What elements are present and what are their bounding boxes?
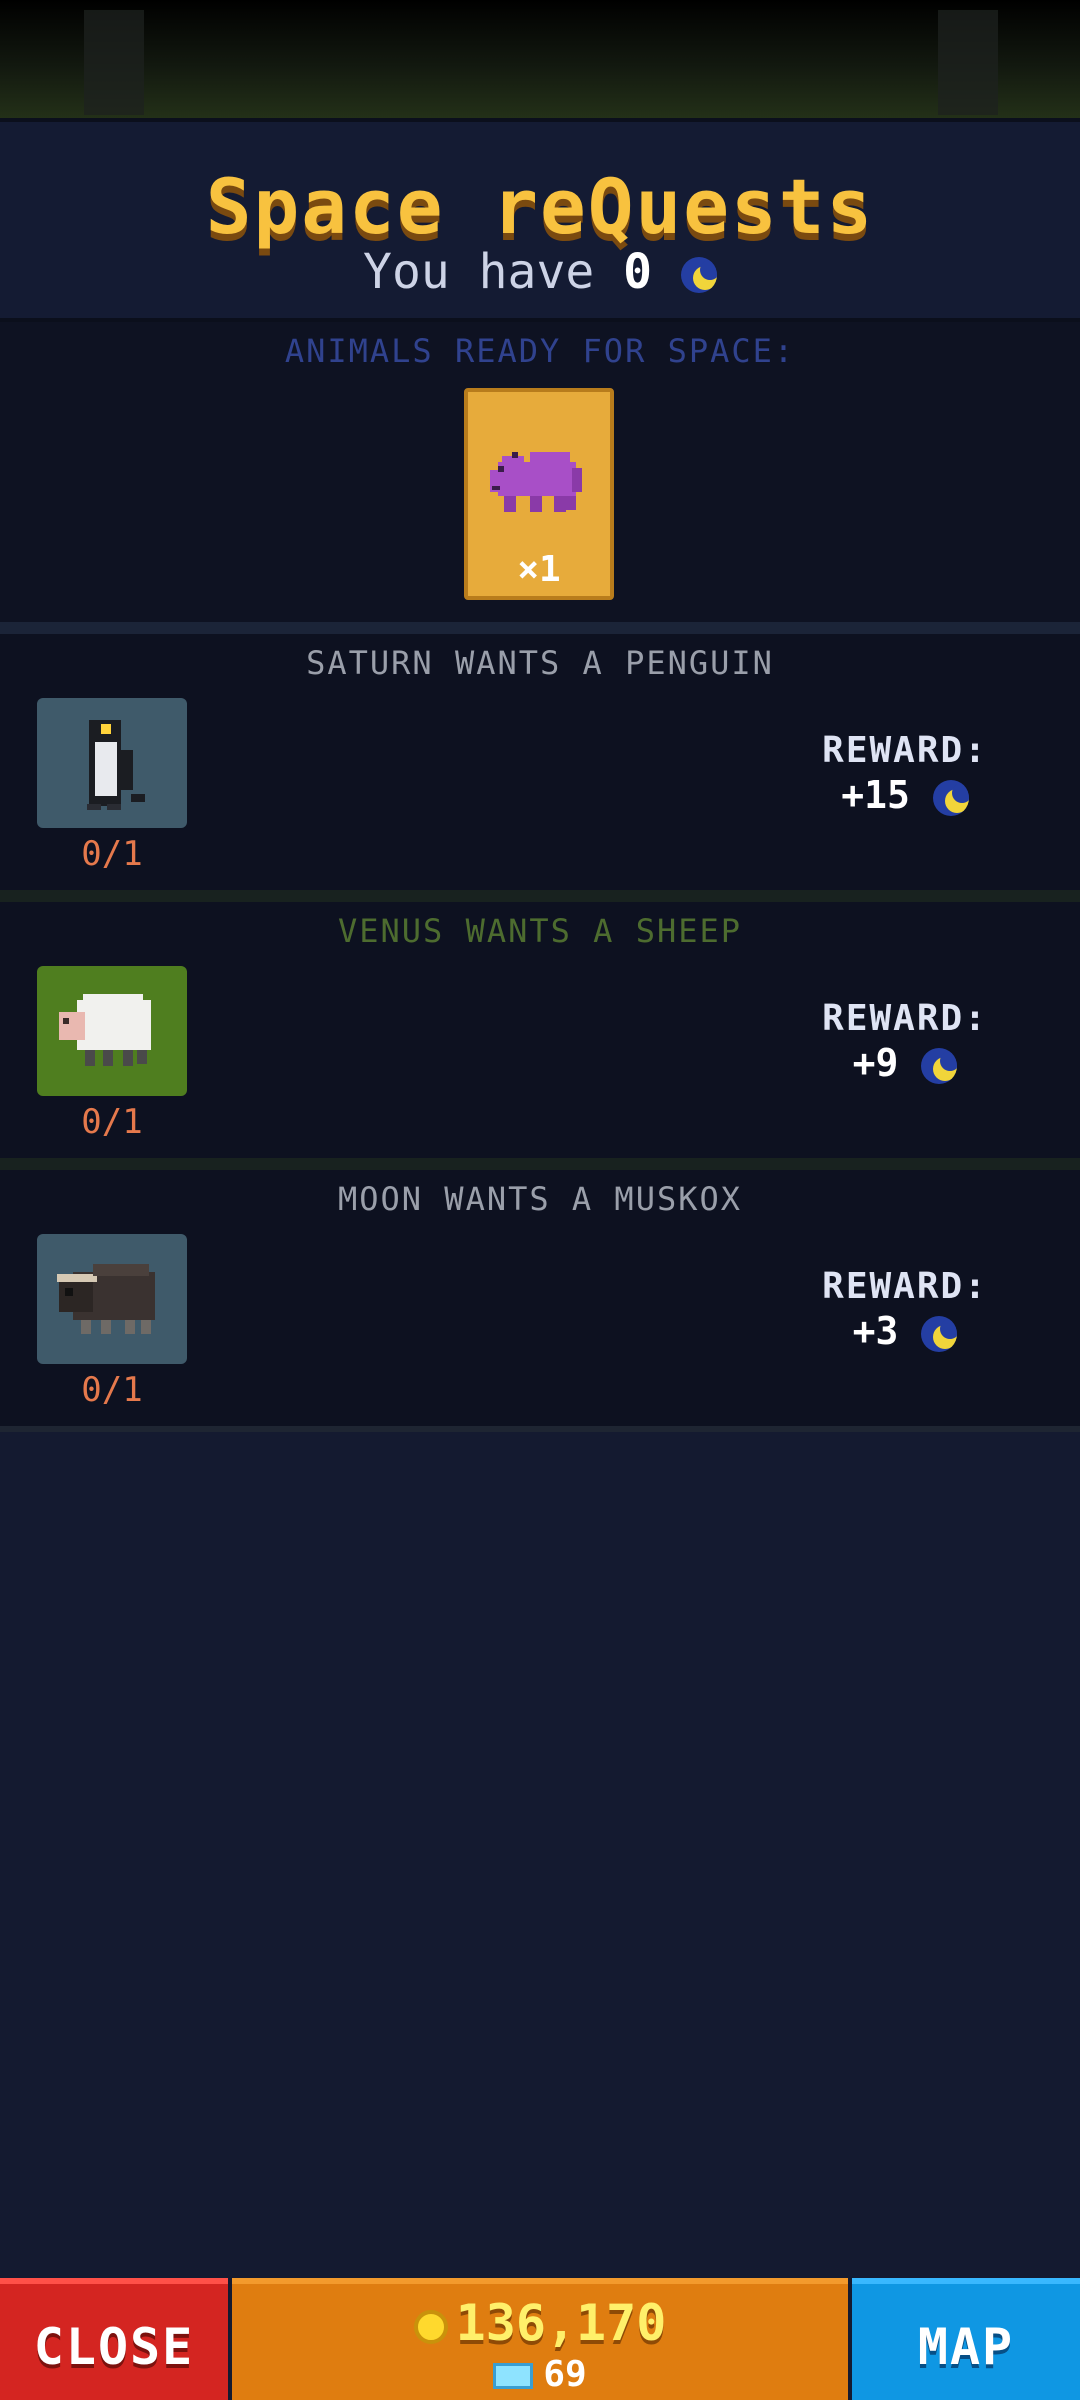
- divider: [0, 1158, 1080, 1170]
- reward-value: +15: [841, 773, 910, 817]
- close-button[interactable]: CLOSE: [0, 2278, 228, 2400]
- gem-balance: 69: [232, 2354, 848, 2395]
- reward-value: +3: [852, 1309, 899, 1353]
- divider: [0, 1426, 1080, 1432]
- reward-block: REWARD: +3: [805, 1266, 1005, 1353]
- balance-value: 0: [623, 244, 653, 300]
- reward-value-row: +9: [805, 1041, 1005, 1085]
- moon-coin-balance: You have 0: [0, 244, 1080, 300]
- quest-progress: 0/1: [81, 1102, 143, 1142]
- quest-animal-slot: [37, 966, 187, 1096]
- reward-block: REWARD: +15: [805, 730, 1005, 817]
- quest-row[interactable]: SATURN WANTS A PENGUIN 0/1 REWARD: +15: [0, 634, 1080, 890]
- sheep-icon: [59, 994, 151, 1066]
- ready-label: ANIMALS READY FOR SPACE:: [284, 332, 796, 370]
- moon-coin-icon: [932, 779, 969, 816]
- gold-coin-icon: [413, 2309, 448, 2344]
- close-button-label: CLOSE: [33, 2318, 195, 2376]
- reward-label: REWARD:: [822, 1266, 988, 1307]
- quest-progress: 0/1: [81, 1370, 143, 1410]
- reward-value: +9: [852, 1041, 899, 1085]
- scene-post: [938, 10, 998, 115]
- quest-title: SATURN WANTS A PENGUIN: [306, 644, 774, 682]
- quest-animal-slot: [37, 698, 187, 828]
- moon-coin-icon: [680, 257, 717, 293]
- hippo-icon: [490, 452, 582, 512]
- reward-label: REWARD:: [822, 998, 988, 1039]
- reward-label: REWARD:: [822, 730, 988, 771]
- quest-animal-slot: [37, 1234, 187, 1364]
- coin-amount: 136,170: [455, 2294, 667, 2352]
- ready-section: ANIMALS READY FOR SPACE: ×1: [0, 322, 1080, 634]
- divider: [0, 890, 1080, 902]
- animal-card[interactable]: ×1: [464, 388, 614, 600]
- page-title: Space reQuests: [205, 162, 875, 251]
- quest-title: MOON WANTS A MUSKOX: [337, 1180, 743, 1218]
- quest-title: VENUS WANTS A SHEEP: [337, 912, 743, 950]
- map-button[interactable]: MAP: [852, 2278, 1080, 2400]
- muskox-icon: [57, 1264, 155, 1334]
- animal-card-count: ×1: [517, 549, 561, 590]
- map-button-label: MAP: [917, 2318, 1015, 2376]
- penguin-icon: [87, 720, 145, 810]
- moon-coin-icon: [921, 1047, 958, 1084]
- quest-progress: 0/1: [81, 834, 143, 874]
- scene-strip: [0, 0, 1080, 118]
- balance-prefix: You have: [363, 244, 595, 300]
- reward-block: REWARD: +9: [805, 998, 1005, 1085]
- bottom-bar: CLOSE 136,170 69 MAP: [0, 2278, 1080, 2400]
- coin-balance: 136,170: [232, 2294, 848, 2352]
- quest-row[interactable]: VENUS WANTS A SHEEP 0/1 REWARD: +9: [0, 902, 1080, 1158]
- scene-post: [84, 10, 144, 115]
- moon-coin-icon: [921, 1315, 958, 1352]
- reward-value-row: +3: [805, 1309, 1005, 1353]
- gem-amount: 69: [543, 2354, 587, 2395]
- header: Space reQuests You have 0: [0, 118, 1080, 322]
- currency-panel: 136,170 69: [232, 2278, 848, 2400]
- gem-icon: [493, 2363, 534, 2389]
- quest-row[interactable]: MOON WANTS A MUSKOX 0/1 REWARD: +3: [0, 1170, 1080, 1426]
- reward-value-row: +15: [805, 773, 1005, 817]
